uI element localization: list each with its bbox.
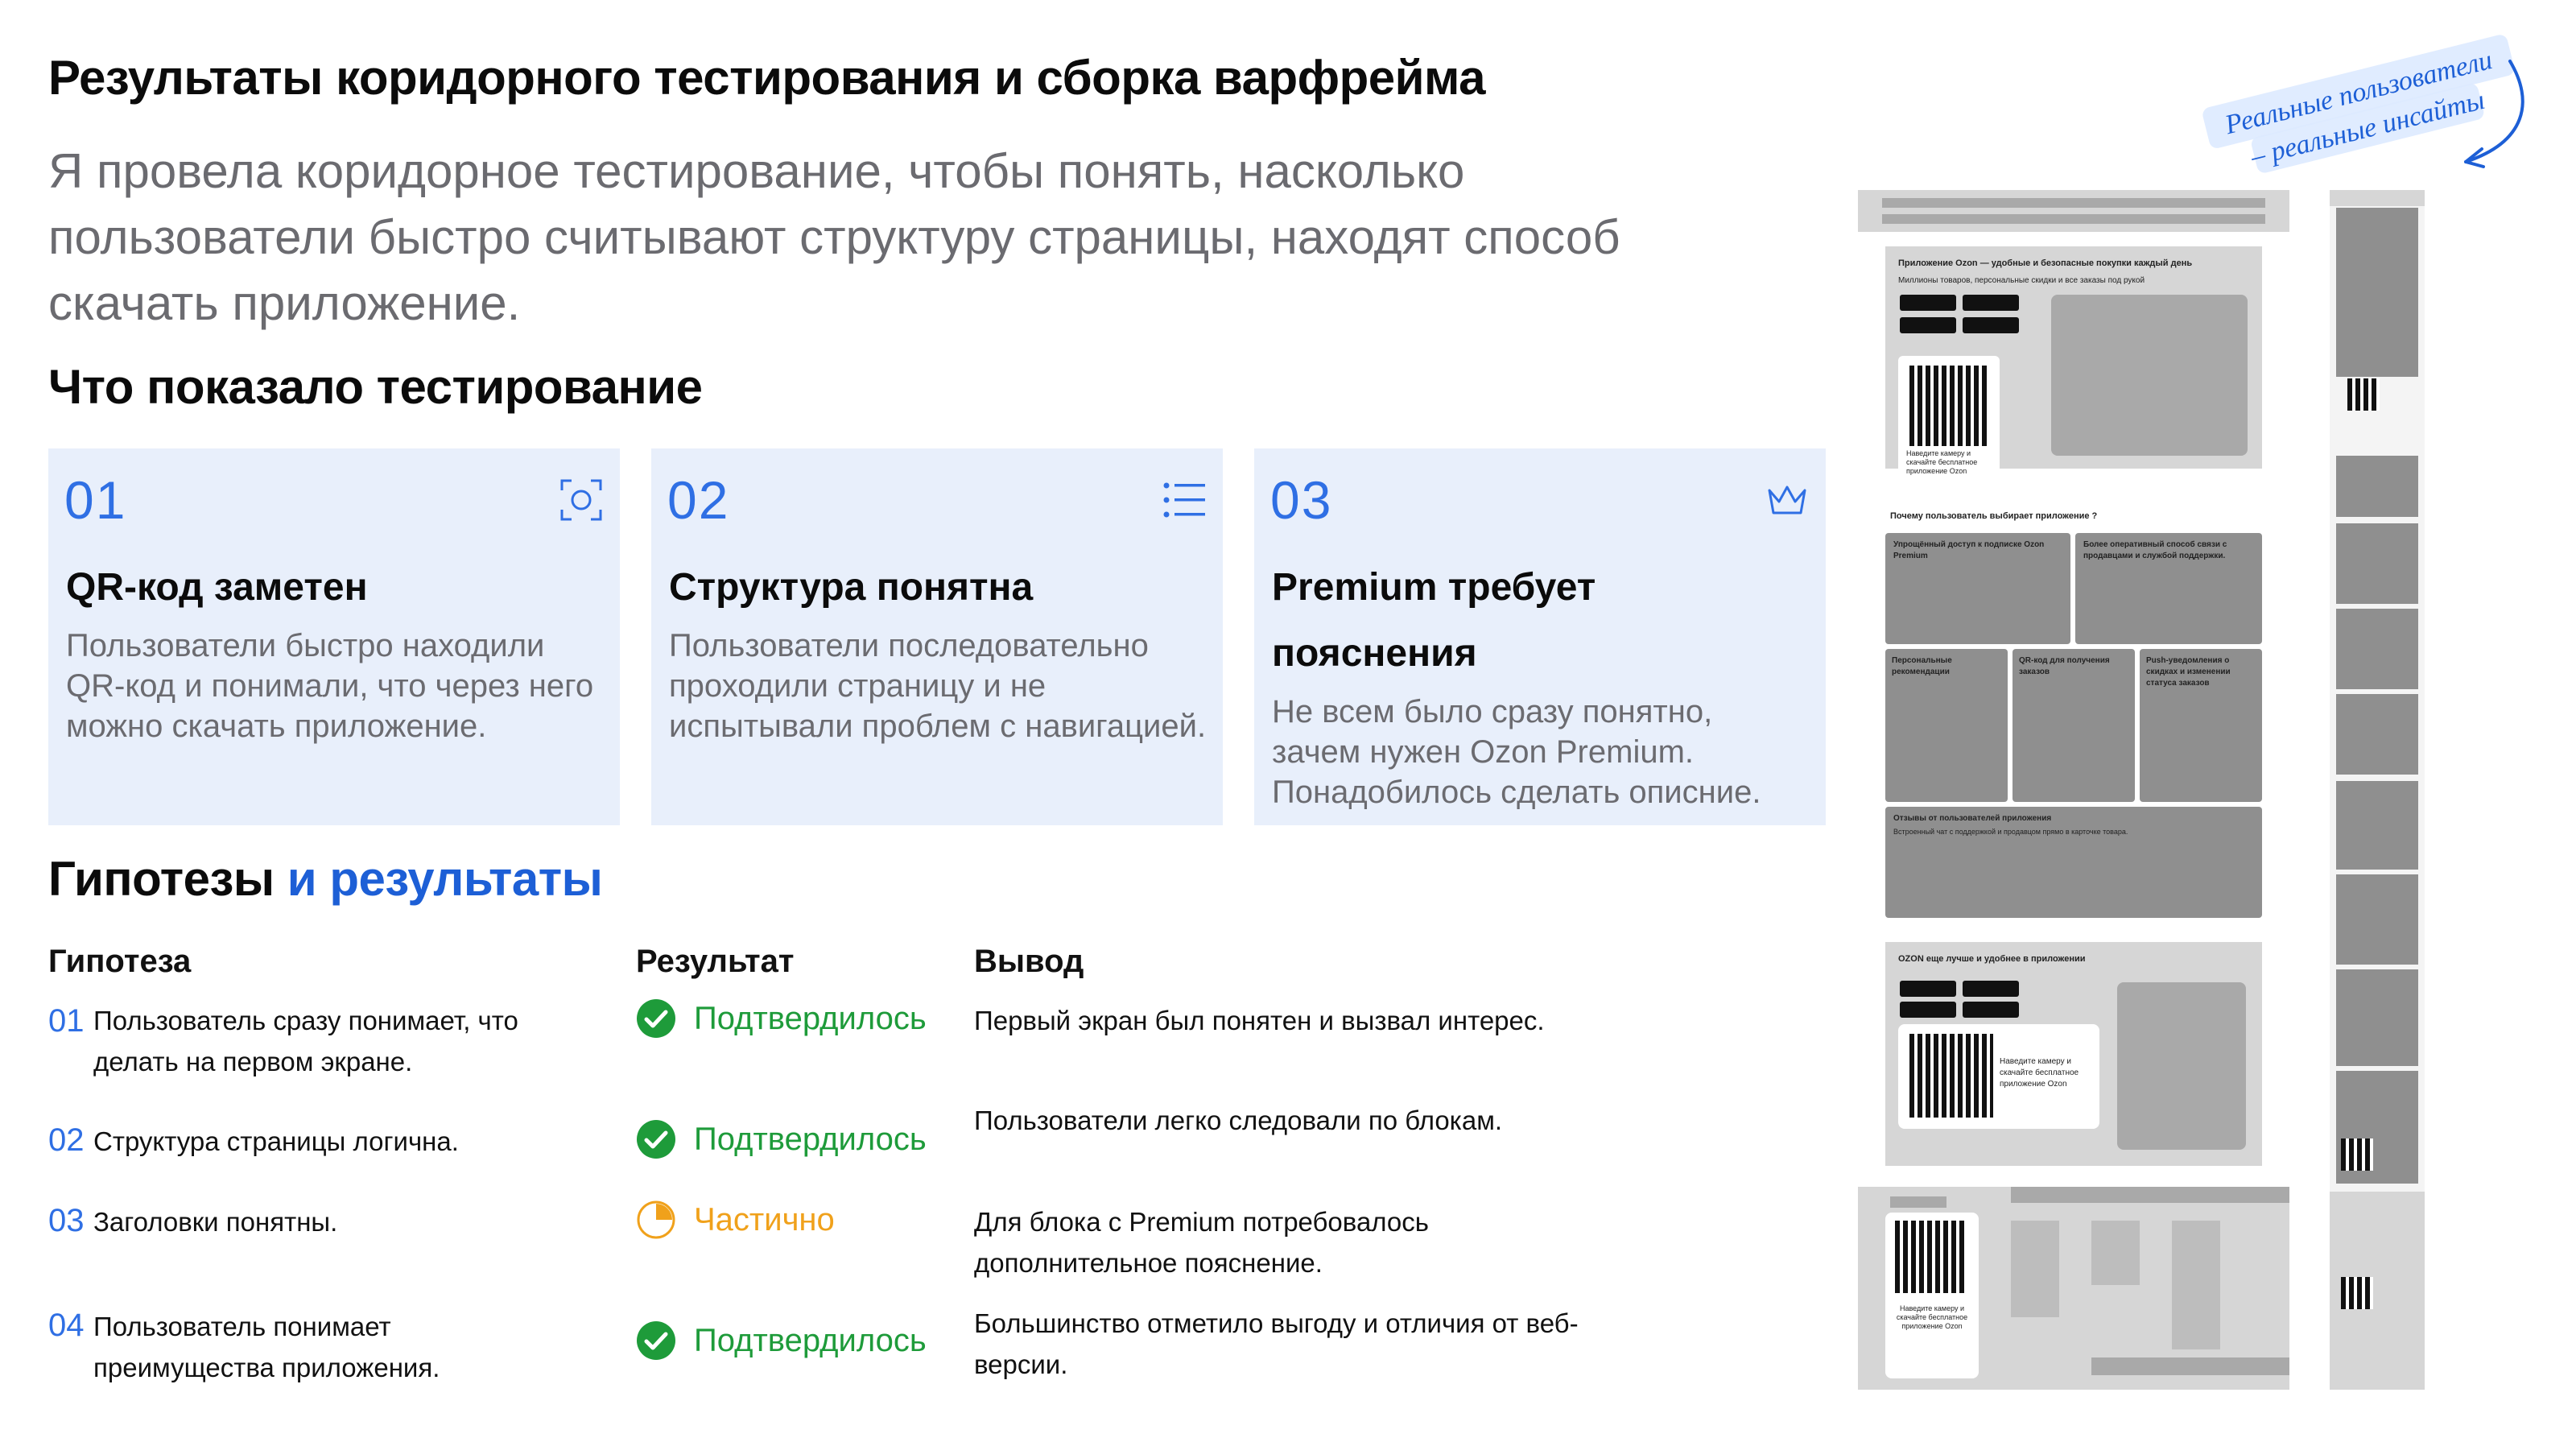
hypothesis-text: Пользователь понимает преимущества прило… <box>93 1312 440 1382</box>
check-circle-icon <box>637 999 675 1038</box>
wf-benefit-title: QR-код для получения заказов <box>2019 656 2110 676</box>
wf-header <box>1858 190 2289 232</box>
wf-footer-links <box>2091 1221 2140 1285</box>
wf-footer-links <box>2172 1221 2220 1349</box>
list-icon <box>1163 482 1205 518</box>
wf-phone-image <box>2051 295 2248 456</box>
scan-qr-icon <box>560 479 602 521</box>
result-status: Подтвердилось <box>636 998 927 1039</box>
check-circle-icon <box>637 1321 675 1360</box>
wf-qr-caption: Наведите камеру и скачайте бесплатное пр… <box>1896 1304 1968 1330</box>
mobile-wireframe <box>2330 190 2425 1390</box>
wf-m-card <box>2336 781 2418 870</box>
column-header-result: Результат <box>636 944 795 979</box>
wf-store-badge <box>1963 981 2019 997</box>
wf-benefit-title: Персональные рекомендации <box>1892 656 1952 676</box>
column-header-hypothesis: Гипотеза <box>48 944 192 979</box>
conclusion-text: Пользователи легко следовали по блокам. <box>974 1105 1503 1135</box>
wf-benefit-title: Push-уведомления о скидках и изменении с… <box>2146 656 2231 688</box>
wf-m-qr <box>2341 1138 2373 1171</box>
wf-hero-sub: Миллионы товаров, персональные скидки и … <box>1898 276 2145 285</box>
wf-m-hero <box>2336 208 2418 377</box>
result-status: Подтвердилось <box>636 1320 927 1361</box>
title-part-results: и результаты <box>287 852 603 906</box>
hypothesis-number: 02 <box>48 1122 85 1158</box>
finding-card-1: 01 QR-код заметен Пользователи быстро на… <box>48 448 620 825</box>
card-title: Premium требует пояснения <box>1272 566 1596 675</box>
result-label: Подтвердилось <box>694 1121 927 1157</box>
wf-m-card <box>2336 874 2418 965</box>
wf-m-card <box>2336 523 2418 604</box>
partial-circle-icon <box>637 1200 675 1239</box>
wf-footer-links <box>2011 1221 2059 1317</box>
wf-qr-caption: Наведите камеру и скачайте бесплатное пр… <box>2000 1057 2079 1089</box>
wf-reviews-title: Отзывы от пользователей приложения <box>1893 814 2052 823</box>
hypothesis-text: Заголовки понятны. <box>93 1207 338 1237</box>
result-label: Подтвердилось <box>694 1000 927 1036</box>
result-status: Частично <box>636 1200 835 1240</box>
check-circle-icon <box>637 1120 675 1159</box>
wf-qr-code <box>1909 1034 1993 1118</box>
handwritten-note: Реальные пользователи – реальные инсайты <box>2202 35 2524 173</box>
card-title: QR-код заметен <box>66 566 368 609</box>
card-text: Не всем было сразу понятно, зачем нужен … <box>1272 694 1761 810</box>
hypothesis-number: 03 <box>48 1203 85 1238</box>
wf-hero-title: Приложение Ozon — удобные и безопасные п… <box>1898 258 2193 268</box>
hypothesis-number: 04 <box>48 1308 85 1343</box>
wf-m-card <box>2336 456 2418 517</box>
desktop-wireframe: Приложение Ozon — удобные и безопасные п… <box>1858 190 2289 1390</box>
wf-store-badge <box>1900 1002 1956 1018</box>
result-label: Частично <box>694 1201 835 1238</box>
wf-header-bar <box>1882 198 2265 208</box>
wf-store-badge <box>1963 1002 2019 1018</box>
wf-logo <box>1890 1196 1946 1208</box>
wf-store-badge <box>1900 981 1956 997</box>
wf-phone-image <box>2117 982 2246 1150</box>
result-label: Подтвердилось <box>694 1322 927 1358</box>
conclusion-text: Большинство отметило выгоду и отличия от… <box>974 1308 1579 1379</box>
wf-cta-title: OZON еще лучше и удобнее в приложении <box>1898 954 2086 964</box>
card-number: 02 <box>667 470 730 530</box>
conclusion-text: Первый экран был понятен и вызвал интере… <box>974 1006 1545 1035</box>
hypothesis-text: Пользователь сразу понимает, что делать … <box>93 1006 518 1076</box>
lead-paragraph: Я провела коридорное тестирование, чтобы… <box>48 144 1620 330</box>
wf-benefit-title: Более оперативный способ связи с продавц… <box>2083 540 2227 560</box>
hypothesis-text: Структура страницы логична. <box>93 1126 459 1156</box>
card-number: 01 <box>64 470 127 530</box>
wf-benefit-title: Упрощённый доступ к подписке Ozon Premiu… <box>1893 540 2045 560</box>
wf-m-qr <box>2341 1277 2373 1309</box>
section-title-testing: Что показало тестирование <box>48 360 703 414</box>
section-title-hypotheses: Гипотезы и результаты <box>48 851 603 907</box>
wf-qr-code <box>1909 366 1990 446</box>
wf-store-badge <box>1900 317 1956 333</box>
wf-reviews-text: Встроенный чат с поддержкой и продавцом … <box>1893 828 2128 836</box>
title-part-hypotheses: Гипотезы <box>48 852 275 906</box>
wf-m-header <box>2330 190 2425 206</box>
wf-qr-code <box>1895 1221 1967 1293</box>
wf-store-badge <box>1963 295 2019 311</box>
card-title: Структура понятна <box>669 566 1034 609</box>
wf-qr-caption: Наведите камеру и скачайте бесплатное пр… <box>1906 449 1978 475</box>
column-header-conclusion: Вывод <box>974 944 1084 979</box>
card-text: Пользователи последовательно проходили с… <box>669 628 1207 744</box>
wf-store-badge <box>1900 295 1956 311</box>
wf-footer-bottom <box>2091 1357 2289 1375</box>
result-status: Подтвердилось <box>636 1119 927 1159</box>
wf-footer-bar <box>2011 1187 2289 1203</box>
finding-card-3: 03 Premium требует пояснения Не всем был… <box>1254 448 1826 825</box>
wf-m-qr <box>2347 378 2380 411</box>
card-number: 03 <box>1270 470 1333 530</box>
hypothesis-number: 01 <box>48 1003 85 1039</box>
wf-m-reviews <box>2336 969 2418 1066</box>
wf-m-card <box>2336 694 2418 775</box>
finding-card-2: 02 Структура понятна Пользователи послед… <box>651 448 1223 825</box>
wf-m-card <box>2336 609 2418 689</box>
card-text: Пользователи быстро находили QR-код и по… <box>66 628 594 744</box>
wf-store-badge <box>1963 317 2019 333</box>
wf-header-bar <box>1882 214 2265 224</box>
conclusion-text: Для блока с Premium потребовалось дополн… <box>974 1207 1429 1278</box>
page-title: Результаты коридорного тестирования и сб… <box>48 51 1486 105</box>
crown-icon <box>1768 486 1806 514</box>
wf-why-title: Почему пользователь выбирает приложение … <box>1890 511 2098 521</box>
